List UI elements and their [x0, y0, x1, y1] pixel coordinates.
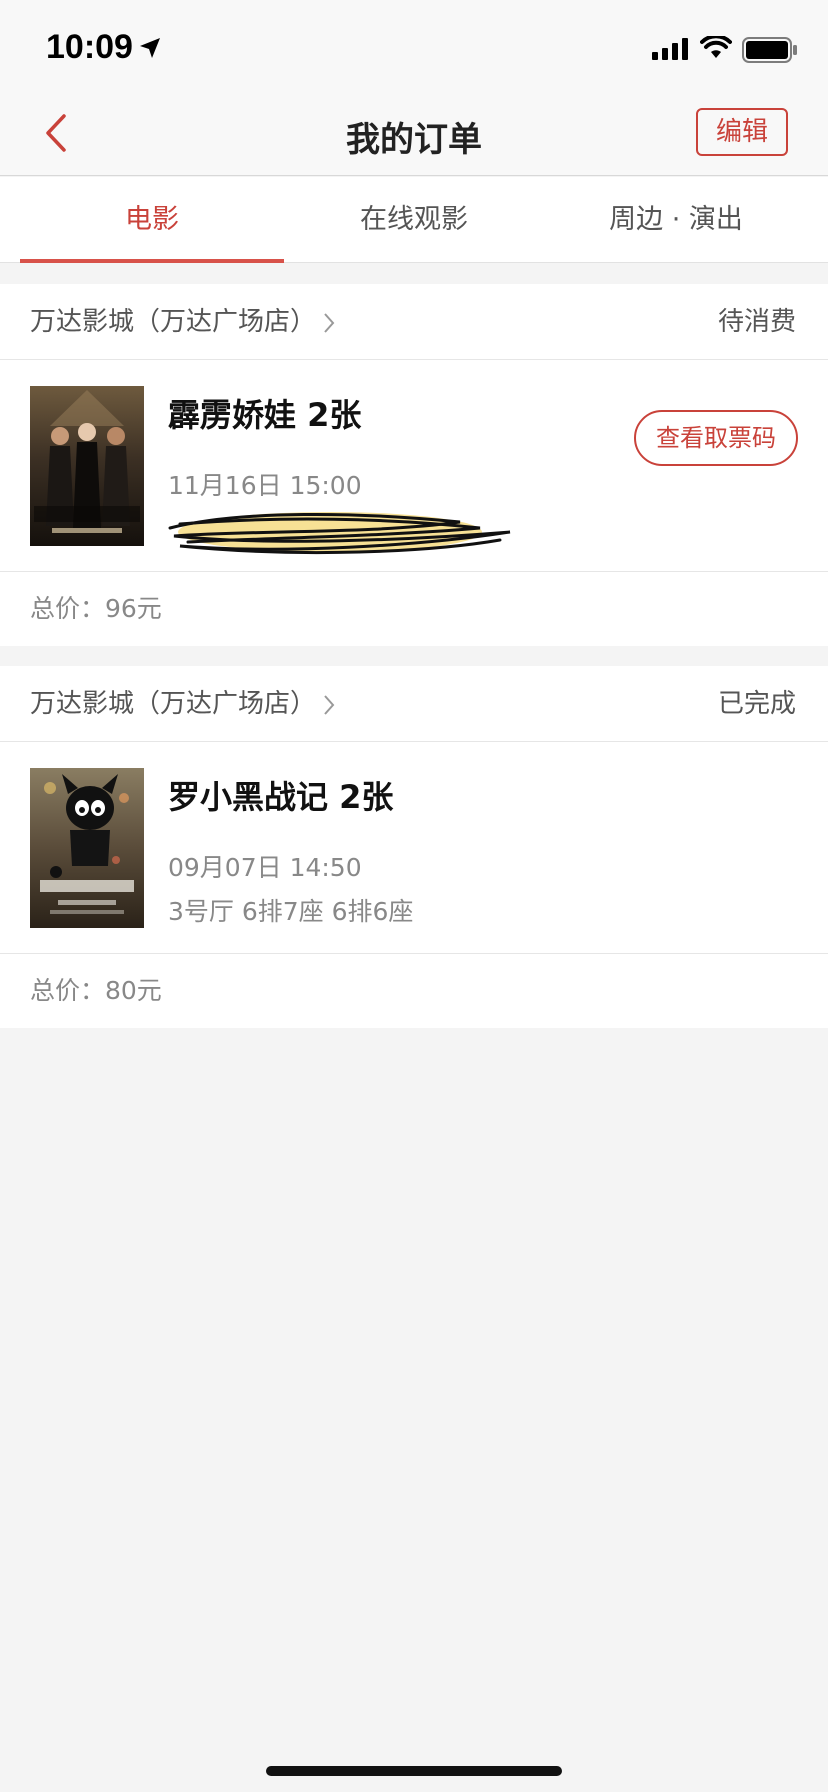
edit-button[interactable]: 编辑 — [696, 108, 788, 156]
cinema-name[interactable]: 万达影城（万达广场店） — [30, 666, 316, 742]
order-header: 万达影城（万达广场店） 已完成 — [0, 666, 828, 742]
movie-poster — [30, 386, 144, 546]
order-card[interactable]: 万达影城（万达广场店） 待消费 霹雳娇娃 2张 11月16日 15:00 查看取… — [0, 284, 828, 646]
movie-title: 罗小黑战记 2张 — [168, 778, 394, 816]
active-tab-indicator — [20, 259, 284, 263]
order-status: 待消费 — [717, 307, 796, 337]
order-body: 罗小黑战记 2张 09月07日 14:50 3号厅 6排7座 6排6座 — [0, 742, 828, 954]
nav-bar: 我的订单 编辑 — [0, 96, 828, 176]
tab-movie[interactable]: 电影 — [20, 177, 284, 263]
order-footer: 总价：96元 — [0, 572, 828, 646]
order-total: 总价：80元 — [30, 976, 162, 1005]
order-status: 已完成 — [717, 689, 796, 719]
chevron-right-icon[interactable] — [322, 312, 336, 334]
showtime: 09月07日 14:50 — [168, 853, 362, 882]
showtime: 11月16日 15:00 — [168, 471, 362, 500]
tab-merch-shows[interactable]: 周边 · 演出 — [544, 177, 808, 263]
view-ticket-code-button[interactable]: 查看取票码 — [634, 410, 798, 466]
order-total: 总价：96元 — [30, 594, 162, 623]
cinema-name[interactable]: 万达影城（万达广场店） — [30, 284, 316, 360]
order-footer: 总价：80元 — [0, 954, 828, 1028]
category-tabs: 电影 在线观影 周边 · 演出 — [0, 177, 828, 263]
status-time: 10:09 — [46, 28, 133, 66]
wifi-icon — [700, 36, 732, 58]
order-body: 霹雳娇娃 2张 11月16日 15:00 查看取票码 — [0, 360, 828, 572]
cellular-signal-icon — [652, 38, 688, 60]
redaction-scribble — [168, 512, 511, 555]
order-card[interactable]: 万达影城（万达广场店） 已完成 罗小黑战记 2张 09月07日 14:50 3号… — [0, 666, 828, 1028]
battery-icon — [742, 37, 797, 63]
movie-title: 霹雳娇娃 2张 — [168, 396, 362, 434]
order-header: 万达影城（万达广场店） 待消费 — [0, 284, 828, 360]
seat-info: 3号厅 6排7座 6排6座 — [168, 897, 414, 926]
tab-online-viewing[interactable]: 在线观影 — [282, 177, 546, 263]
movie-poster — [30, 768, 144, 928]
status-bar: 10:09 — [0, 0, 828, 96]
chevron-right-icon[interactable] — [322, 694, 336, 716]
location-arrow-icon — [140, 38, 160, 58]
home-indicator[interactable] — [266, 1766, 562, 1776]
